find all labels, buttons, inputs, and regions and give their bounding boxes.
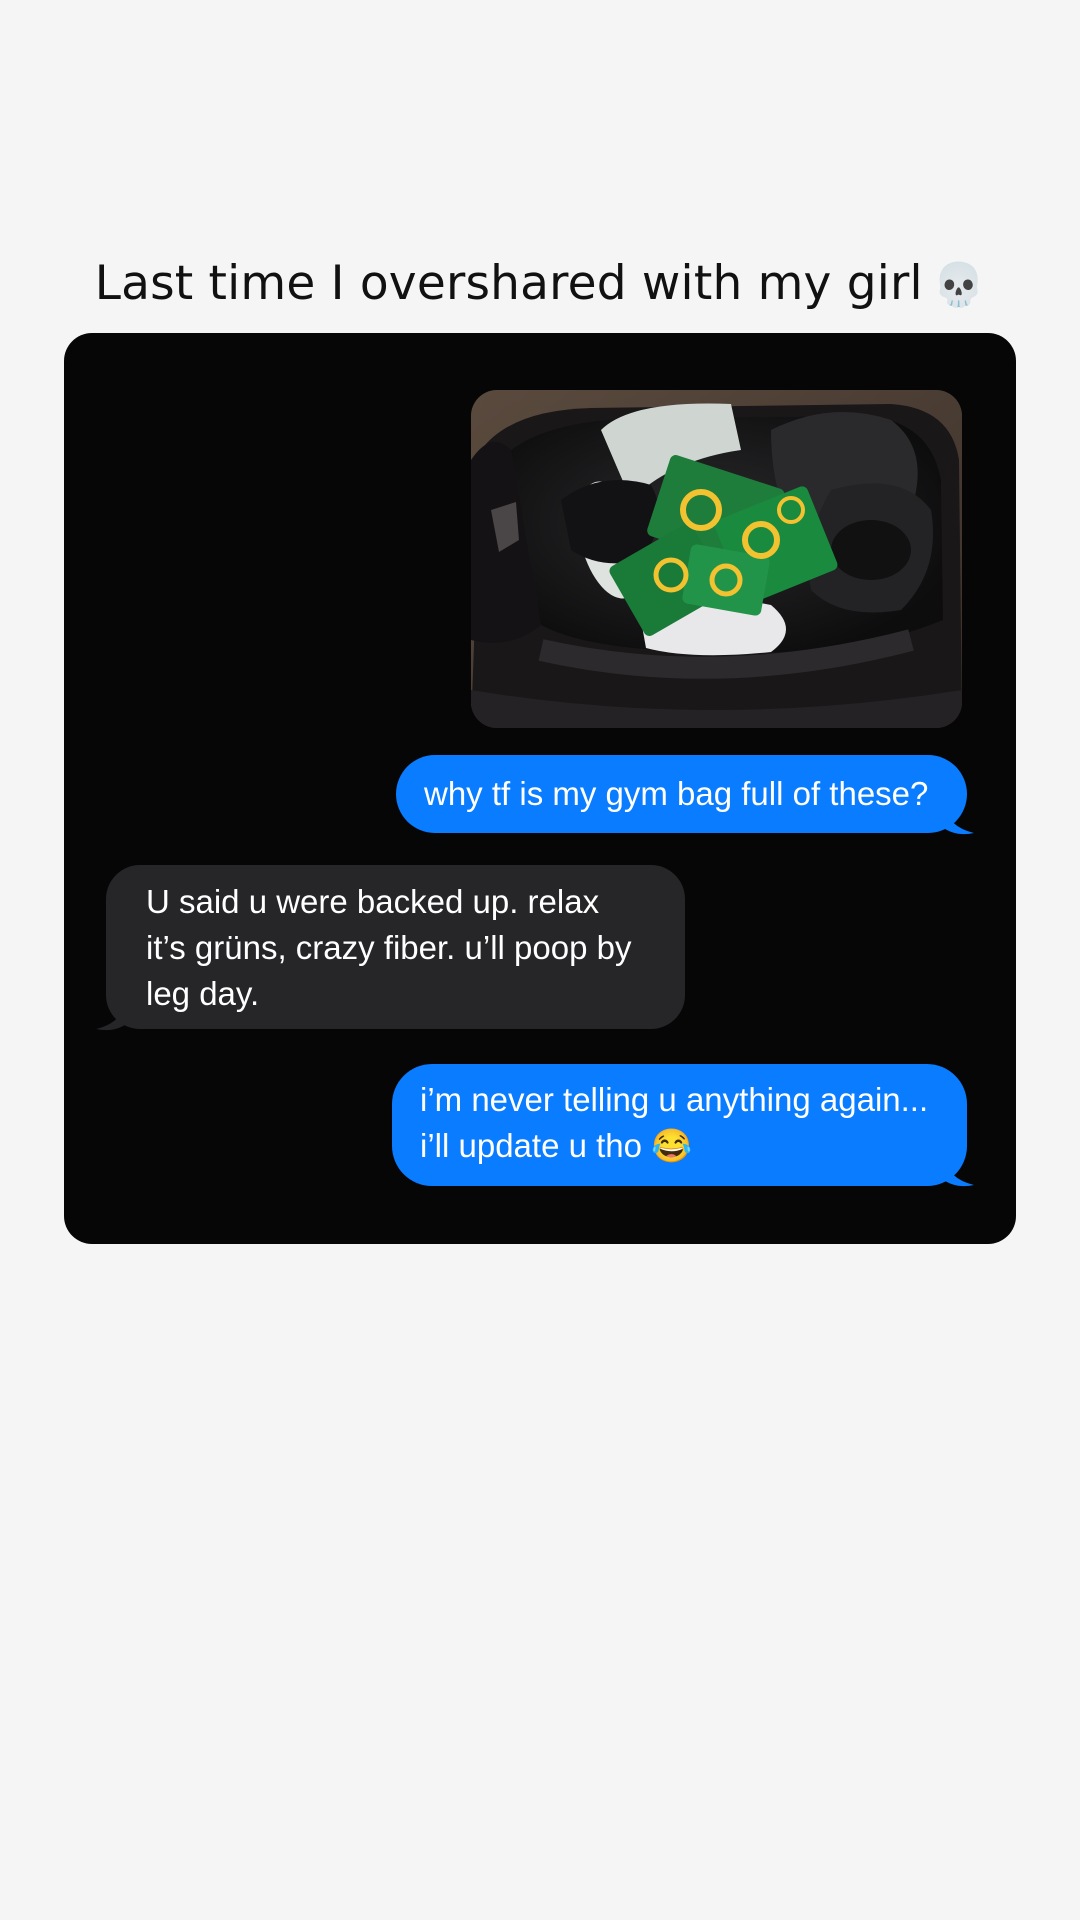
sent-bubble-tail [942, 1155, 974, 1187]
chat-screenshot: why tf is my gym bag full of these? U sa… [64, 333, 1016, 1244]
sent-bubble-tail [942, 803, 974, 835]
sent-message-bubble[interactable]: i’m never telling u anything again... i’… [392, 1064, 967, 1186]
post-caption: Last time I overshared with my girl 💀 [0, 256, 1080, 311]
message-text: i’m never telling u anything again... i’… [420, 1081, 929, 1164]
caption-text: Last time I overshared with my girl [94, 256, 923, 311]
gym-bag-photo[interactable] [471, 390, 962, 728]
photo-illustration [471, 390, 962, 728]
received-bubble-tail [96, 999, 128, 1031]
message-text: why tf is my gym bag full of these? [424, 775, 929, 812]
skull-emoji-icon: 💀 [932, 260, 986, 309]
received-message-bubble[interactable]: U said u were backed up. relax it’s grün… [106, 865, 685, 1029]
sent-message-bubble[interactable]: why tf is my gym bag full of these? [396, 755, 967, 833]
message-text: U said u were backed up. relax it’s grün… [146, 883, 632, 1012]
